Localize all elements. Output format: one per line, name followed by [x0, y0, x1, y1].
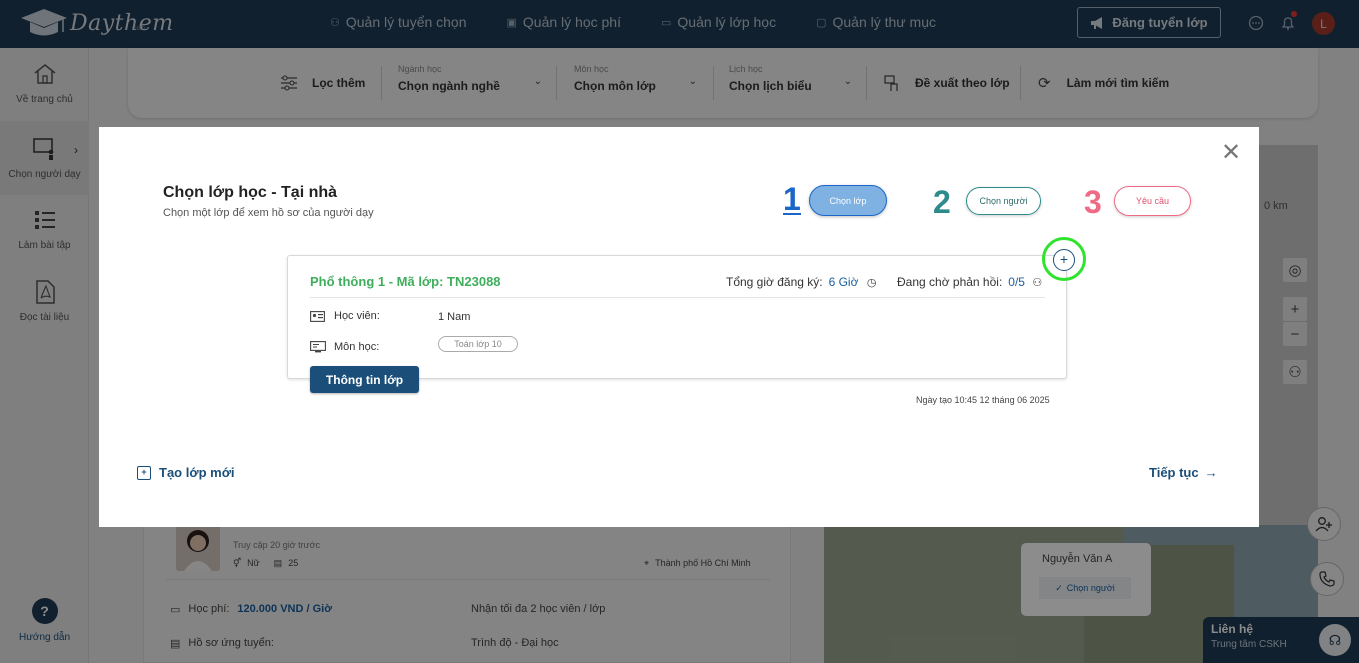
step-1-pill[interactable]: Chọn lớp: [809, 185, 887, 216]
student-value: 1 Nam: [438, 311, 471, 323]
class-card[interactable]: Phổ thông 1 - Mã lớp: TN23088 Tổng giờ đ…: [287, 255, 1067, 379]
subject-tag: Toán lớp 10: [438, 336, 518, 352]
continue-label: Tiếp tục: [1149, 465, 1199, 480]
id-card-icon: [310, 310, 326, 322]
total-hours-value: 6 Giờ: [828, 275, 859, 289]
pending-label: Đang chờ phản hồi:: [897, 275, 1003, 289]
total-hours-label: Tổng giờ đăng ký:: [726, 275, 823, 289]
pending-value: 0/5: [1008, 275, 1025, 289]
modal-subtitle: Chọn một lớp để xem hồ sơ của người dạy: [163, 207, 374, 219]
clock-icon: ◷: [866, 277, 877, 289]
close-icon[interactable]: ✕: [1221, 141, 1241, 165]
class-title: Phổ thông 1 - Mã lớp: TN23088: [310, 274, 501, 289]
continue-button[interactable]: Tiếp tục →: [1149, 465, 1218, 480]
pending-responses: Đang chờ phản hồi: 0/5 ⚇: [897, 275, 1042, 289]
add-user-icon: ⚇: [1032, 277, 1043, 289]
step-2-pill[interactable]: Chọn người: [966, 187, 1041, 215]
step-2-number: 2: [933, 184, 951, 220]
divider: [310, 297, 1045, 298]
subject-row: Môn học:: [310, 341, 379, 353]
choose-class-modal: ✕ Chọn lớp học - Tại nhà Chọn một lớp để…: [99, 127, 1259, 527]
step-1-number: 1: [783, 181, 801, 217]
subject-label: Môn học:: [334, 341, 380, 353]
create-new-class-label: Tạo lớp mới: [159, 465, 235, 480]
highlight-ring: [1042, 237, 1086, 281]
monitor-icon: [310, 341, 326, 353]
arrow-right-icon: →: [1204, 465, 1218, 480]
create-new-class-button[interactable]: + Tạo lớp mới: [137, 465, 235, 480]
created-date: Ngày tạo 10:45 12 tháng 06 2025: [916, 395, 1050, 405]
class-info-button[interactable]: Thông tin lớp: [310, 366, 419, 393]
calendar-plus-icon: +: [137, 465, 151, 480]
modal-title: Chọn lớp học - Tại nhà: [163, 184, 338, 201]
student-label: Học viên:: [334, 310, 380, 322]
total-hours: Tổng giờ đăng ký: 6 Giờ ◷: [726, 275, 876, 289]
step-3-number: 3: [1084, 184, 1102, 220]
student-row: Học viên:: [310, 310, 380, 322]
step-3-pill[interactable]: Yêu cầu: [1114, 186, 1191, 216]
